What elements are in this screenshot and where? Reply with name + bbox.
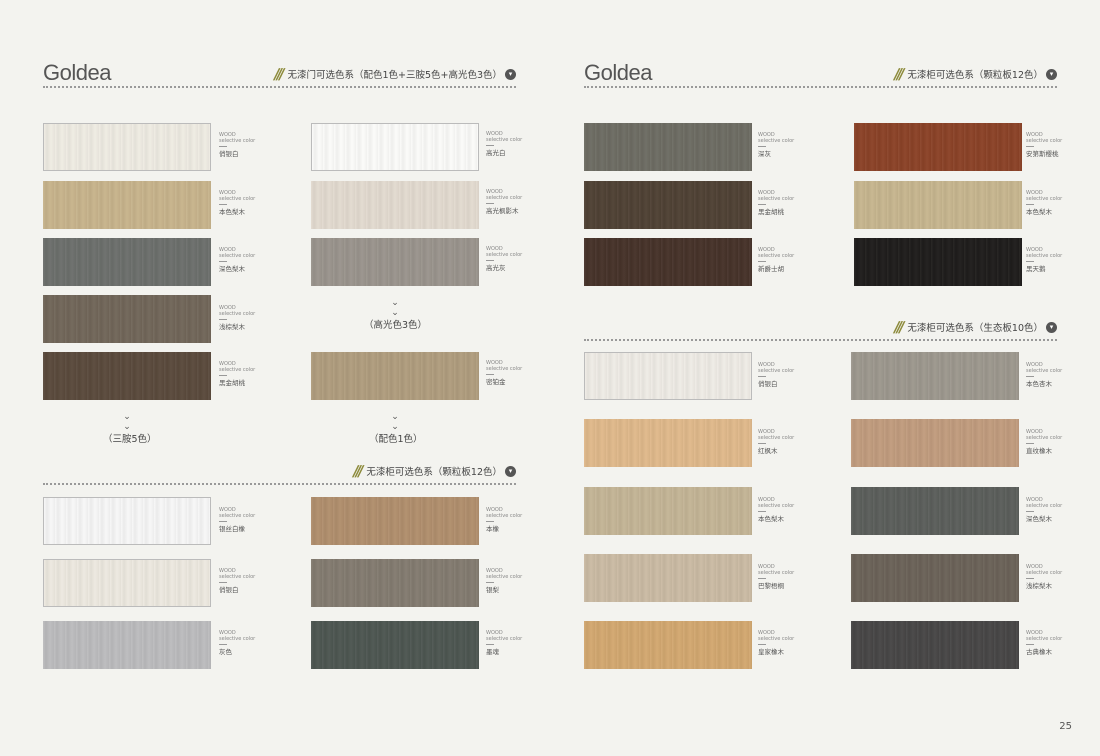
swatch-right-eco-0[interactable] [584,352,752,400]
swatch-label: WOOD selective color 浅棕梨木 [1026,564,1063,590]
swatch-label: WOOD selective color 皇家橡木 [758,630,795,656]
swatch-label: WOOD selective color 黑金胡桃 [758,190,795,216]
swatch-label: WOOD selective color 本色梨木 [219,190,256,216]
swatch-label: WOOD selective color 红枫木 [758,429,795,455]
swatch-label: WOOD selective color 灰色 [219,630,256,656]
brand-logo: Goldea [584,60,652,85]
swatch-label: WOOD selective color 俏银白 [758,362,795,388]
swatch-label: WOOD selective color 高光枫影木 [486,189,523,215]
right-page: Goldea /// 无漆柜可选色系（颗粒板12色） ▾ WOOD selecti… [550,0,1100,756]
swatch-right-eco-5[interactable] [851,487,1019,535]
swatch-right-eco-7[interactable] [851,554,1019,602]
swatch-left-cabinet-4[interactable] [43,621,211,669]
double-chevron-down-icon: ⌄ ⌄ [391,298,399,318]
swatch-label: WOOD selective color 银丝白橡 [219,507,256,533]
double-chevron-down-icon: ⌄ ⌄ [391,412,399,432]
swatch-label: WOOD selective color 巴黎梧桐 [758,564,795,590]
right-eco-section-header: /// 无漆柜可选色系（生态板10色） ▾ [892,318,1057,336]
slash-icon: /// [351,462,362,480]
swatch-label: WOOD selective color 墨魂 [486,630,523,656]
swatch-label: WOOD selective color 本橡 [486,507,523,533]
double-chevron-down-icon: ⌄ ⌄ [123,412,131,432]
swatch-door-melamine-1[interactable] [43,181,211,229]
group-label-accent: （配色1色） [369,434,423,445]
swatch-door-gloss-1[interactable] [311,181,479,229]
chevron-down-icon[interactable]: ▾ [1046,68,1057,80]
brand-logo: Goldea [43,60,111,85]
slash-icon: /// [892,318,903,336]
swatch-label: WOOD selective color 古典橡木 [1026,630,1063,656]
swatch-label: WOOD selective color 安第斯樱桃 [1026,132,1063,158]
swatch-right-particle-2[interactable] [584,181,752,229]
slash-icon: /// [892,65,903,83]
chevron-down-icon[interactable]: ▾ [505,465,516,477]
swatch-label: WOOD selective color 直纹橡木 [1026,429,1063,455]
chevron-down-icon[interactable]: ▾ [505,68,516,80]
swatch-right-particle-3[interactable] [854,181,1022,229]
swatch-label: WOOD selective color 俏银白 [219,568,256,594]
page-number: 25 [1059,721,1072,732]
swatch-right-eco-8[interactable] [584,621,752,669]
swatch-door-accent-0[interactable] [311,352,479,400]
swatch-label: WOOD selective color 深灰 [758,132,795,158]
swatch-left-cabinet-5[interactable] [311,621,479,669]
swatch-label: WOOD selective color 高光白 [486,131,523,157]
swatch-right-particle-5[interactable] [854,238,1022,286]
swatch-right-particle-4[interactable] [584,238,752,286]
swatch-door-gloss-2[interactable] [311,238,479,286]
swatch-label: WOOD selective color 俏银白 [219,132,256,158]
swatch-left-cabinet-3[interactable] [311,559,479,607]
swatch-left-cabinet-1[interactable] [311,497,479,545]
right-particle-section-header: /// 无漆柜可选色系（颗粒板12色） ▾ [892,65,1057,83]
swatch-left-cabinet-2[interactable] [43,559,211,607]
divider [584,86,1057,88]
swatch-label: WOOD selective color 本色杏木 [1026,362,1063,388]
slash-icon: /// [272,65,284,83]
swatch-right-particle-1[interactable] [854,123,1022,171]
swatch-right-eco-2[interactable] [584,419,752,467]
swatch-door-melamine-2[interactable] [43,238,211,286]
swatch-label: WOOD selective color 浅棕梨木 [219,305,256,331]
door-section-header: /// 无漆门可选色系（配色1色+三胺5色+高光色3色） ▾ [272,65,516,83]
swatch-label: WOOD selective color 密铂金 [486,360,523,386]
swatch-door-melamine-3[interactable] [43,295,211,343]
swatch-right-eco-3[interactable] [851,419,1019,467]
divider [43,86,516,88]
left-page: Goldea /// 无漆门可选色系（配色1色+三胺5色+高光色3色） ▾ WO… [0,0,550,756]
swatch-door-melamine-0[interactable] [43,123,211,171]
swatch-door-melamine-4[interactable] [43,352,211,400]
swatch-right-eco-1[interactable] [851,352,1019,400]
swatch-right-eco-4[interactable] [584,487,752,535]
group-label-gloss: （高光色3色） [364,320,428,331]
swatch-label: WOOD selective color 本色梨木 [758,497,795,523]
divider [584,339,1057,341]
swatch-label: WOOD selective color 黑金胡桃 [219,361,256,387]
swatch-label: WOOD selective color 新爵士胡 [758,247,795,273]
left-cabinet-section-header: /// 无漆柜可选色系（颗粒板12色） ▾ [351,462,516,480]
swatch-label: WOOD selective color 深色梨木 [219,247,256,273]
swatch-label: WOOD selective color 高光灰 [486,246,523,272]
swatch-label: WOOD selective color 本色梨木 [1026,190,1063,216]
swatch-right-eco-9[interactable] [851,621,1019,669]
swatch-door-gloss-0[interactable] [311,123,479,171]
swatch-left-cabinet-0[interactable] [43,497,211,545]
swatch-label: WOOD selective color 黑天鹅 [1026,247,1063,273]
swatch-label: WOOD selective color 深色梨木 [1026,497,1063,523]
swatch-label: WOOD selective color 银梨 [486,568,523,594]
swatch-right-eco-6[interactable] [584,554,752,602]
chevron-down-icon[interactable]: ▾ [1046,321,1057,333]
divider [43,483,516,485]
swatch-right-particle-0[interactable] [584,123,752,171]
group-label-melamine: （三胺5色） [103,434,157,445]
